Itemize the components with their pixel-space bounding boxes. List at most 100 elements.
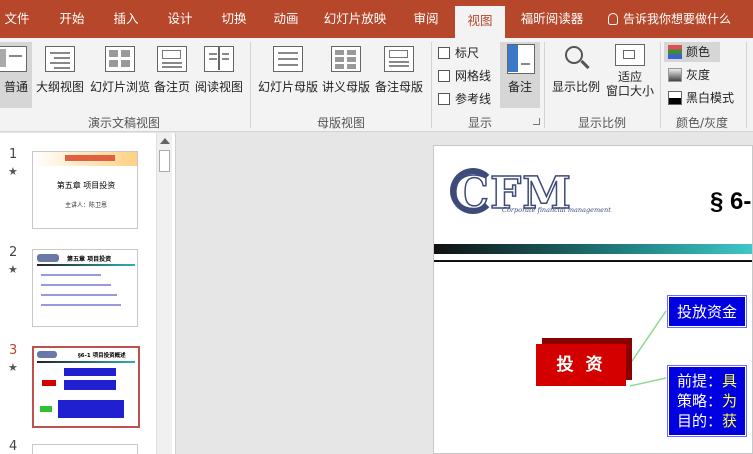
lightbulb-icon xyxy=(608,13,618,25)
purpose-label: 目的： xyxy=(677,412,723,430)
thumb-blue-box xyxy=(64,380,116,390)
tab-file[interactable]: 文件 xyxy=(0,0,34,38)
ribbon-divider xyxy=(746,42,747,128)
thumb-number: 2 xyxy=(9,245,18,260)
thumbnail-scrollbar[interactable] xyxy=(156,133,172,454)
thumb-subtitle: 主讲人：陈卫恩 xyxy=(64,202,107,209)
dialog-launcher-icon[interactable] xyxy=(533,118,540,125)
ruler-label: 标尺 xyxy=(455,46,480,60)
thumb-blue-box xyxy=(64,368,116,376)
slide-thumbnail-1[interactable]: 第五章 项目投资 主讲人：陈卫恩 xyxy=(32,151,138,229)
gridlines-label: 网格线 xyxy=(455,69,492,83)
scrollbar-thumb[interactable] xyxy=(159,150,170,172)
magnifier-icon xyxy=(561,44,591,74)
notes-master-icon xyxy=(384,44,414,74)
fit-to-window-button[interactable]: 适应 窗口大小 xyxy=(602,42,658,108)
premise-label: 前提： xyxy=(677,372,723,390)
animation-star-icon: ★ xyxy=(8,263,18,276)
tab-foxit-reader[interactable]: 福昕阅读器 xyxy=(514,0,590,38)
slide-thumbnail-3-selected[interactable]: §6-1 项目投资概述 xyxy=(32,346,140,428)
checkbox-icon xyxy=(438,47,450,59)
guides-checkbox[interactable]: 参考线 xyxy=(438,90,491,107)
tab-review[interactable]: 审阅 xyxy=(402,0,450,38)
tab-view[interactable]: 视图 xyxy=(455,6,505,38)
color-swatch-icon xyxy=(668,45,682,59)
thumb-blue-box xyxy=(58,400,124,418)
slide-thumbnail-2[interactable]: 第五章 项目投资 xyxy=(32,249,138,327)
animation-star-icon: ★ xyxy=(8,165,18,178)
ruler-checkbox[interactable]: 标尺 xyxy=(438,44,479,61)
slide-thumbnail-pane: 1 ★ 第五章 项目投资 主讲人：陈卫恩 2 ★ 第五章 项目投资 3 ★ §6… xyxy=(0,133,176,454)
slide-thumbnail-4[interactable] xyxy=(32,444,138,454)
tab-home[interactable]: 开始 xyxy=(50,0,94,38)
show-group-label: 显示 xyxy=(467,116,492,130)
gridlines-checkbox[interactable]: 网格线 xyxy=(438,67,491,84)
tab-insert[interactable]: 插入 xyxy=(104,0,148,38)
outline-view-button[interactable]: 大纲视图 xyxy=(34,42,86,108)
thumb-text-line xyxy=(41,304,121,306)
invest-box[interactable]: 投 资 xyxy=(536,344,626,386)
handout-master-button[interactable]: 讲义母版 xyxy=(320,42,372,108)
zoom-label: 显示比例 xyxy=(551,80,600,94)
ribbon-divider xyxy=(544,42,545,128)
invest-funds-box[interactable]: 投放资金 xyxy=(666,295,748,328)
slide-editing-area[interactable]: CFM Corporate financial management § 6- … xyxy=(177,133,753,454)
scroll-up-arrow-icon[interactable] xyxy=(160,138,170,144)
thumb-title: §6-1 项目投资概述 xyxy=(78,353,126,359)
current-slide[interactable]: CFM Corporate financial management § 6- … xyxy=(433,145,753,454)
notes-page-icon xyxy=(157,44,187,74)
normal-view-icon xyxy=(0,44,31,74)
strategy-label: 策略： xyxy=(677,392,723,410)
master-views-group-label: 母版视图 xyxy=(316,116,365,130)
reading-view-button[interactable]: 阅读视图 xyxy=(194,42,244,108)
checkbox-icon xyxy=(438,70,450,82)
handout-master-icon xyxy=(331,44,361,74)
slide-sorter-button[interactable]: 幻灯片浏览 xyxy=(88,42,152,108)
thumb-number: 3 xyxy=(9,343,18,358)
slide-master-icon xyxy=(273,44,303,74)
tell-me-search[interactable]: 告诉我你想要做什么 xyxy=(608,0,731,38)
thumb-text-line xyxy=(41,274,101,276)
black-white-mode-button[interactable]: 黑白模式 xyxy=(664,88,742,108)
thumb-title: 第五章 项目投资 xyxy=(56,181,116,190)
thumb-green-box xyxy=(40,406,52,412)
thumb-header-line xyxy=(37,264,135,266)
thumb-number: 4 xyxy=(9,439,18,454)
ribbon-tab-bar: 文件 开始 插入 设计 切换 动画 幻灯片放映 审阅 视图 福昕阅读器 告诉我你… xyxy=(0,0,753,38)
slide-master-label: 幻灯片母版 xyxy=(257,80,318,94)
fit-to-window-icon xyxy=(615,44,645,70)
black-white-swatch-icon xyxy=(668,91,682,105)
slide-sorter-icon xyxy=(105,44,135,74)
grayscale-mode-label: 灰度 xyxy=(686,68,711,82)
purpose-text: 获 xyxy=(722,412,738,430)
slide-master-button[interactable]: 幻灯片母版 xyxy=(256,42,320,108)
color-mode-button[interactable]: 颜色 xyxy=(664,42,720,62)
notes-button[interactable]: 备注 xyxy=(500,42,540,108)
tab-animations[interactable]: 动画 xyxy=(264,0,308,38)
thumb-header-banner xyxy=(65,155,115,161)
checkbox-icon xyxy=(438,93,450,105)
thumb-text-line xyxy=(41,284,111,286)
notes-icon xyxy=(505,44,535,74)
grayscale-mode-button[interactable]: 灰度 xyxy=(664,65,720,85)
notes-page-button[interactable]: 备注页 xyxy=(152,42,192,108)
tab-design[interactable]: 设计 xyxy=(158,0,202,38)
normal-view-button[interactable]: 普通 xyxy=(0,42,32,108)
tab-transitions[interactable]: 切换 xyxy=(212,0,256,38)
color-group-label: 颜色/灰度 xyxy=(675,116,729,130)
thumb-text-line xyxy=(41,294,117,296)
thumb-number: 1 xyxy=(9,147,18,162)
notes-label: 备注 xyxy=(507,80,532,94)
notes-master-button[interactable]: 备注母版 xyxy=(373,42,425,108)
presentation-views-group-label: 演示文稿视图 xyxy=(87,116,160,130)
color-mode-label: 颜色 xyxy=(686,45,711,59)
tab-slideshow[interactable]: 幻灯片放映 xyxy=(318,0,392,38)
slide-sorter-label: 幻灯片浏览 xyxy=(89,80,150,94)
thumb-red-box xyxy=(42,380,56,386)
reading-view-label: 阅读视图 xyxy=(194,80,243,94)
zoom-button[interactable]: 显示比例 xyxy=(548,42,604,108)
premise-strategy-box[interactable]: 前提：具 策略：为 目的：获 xyxy=(666,365,748,437)
ribbon-view: 普通 大纲视图 幻灯片浏览 备注页 阅读视图 演示文稿视图 幻灯片母版 讲义母版… xyxy=(0,38,753,132)
tell-me-text: 告诉我你想要做什么 xyxy=(623,12,732,26)
thumb-logo xyxy=(37,351,57,358)
